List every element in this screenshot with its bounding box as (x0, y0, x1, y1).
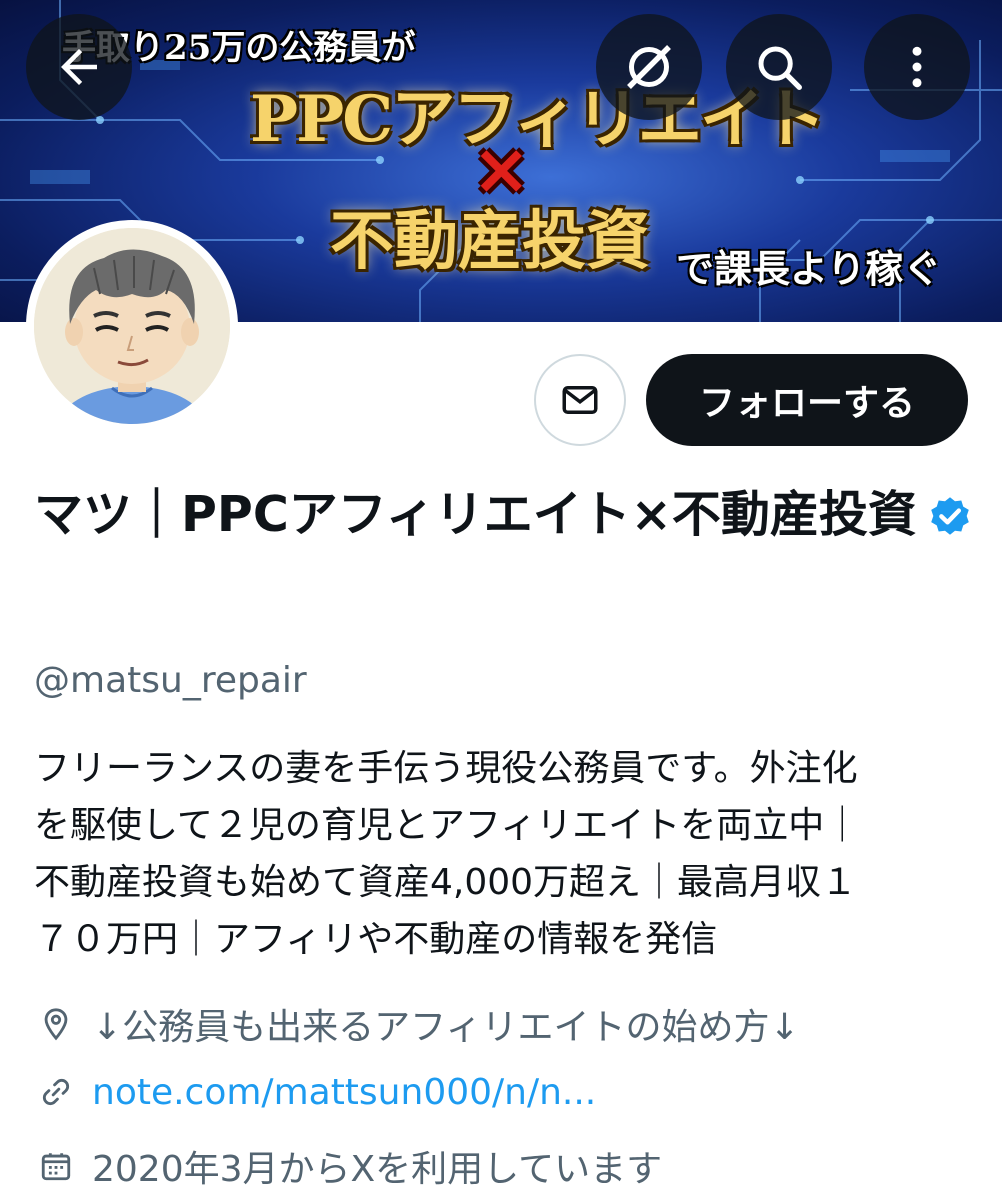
more-vertical-icon (912, 46, 922, 88)
banner-title-line2: 不動産投資 (330, 204, 650, 279)
user-handle: @matsu_repair (34, 660, 307, 701)
avatar[interactable] (26, 220, 238, 432)
verified-badge-icon[interactable] (927, 486, 973, 560)
avatar-image (34, 228, 230, 424)
follow-button[interactable]: フォローする (646, 354, 968, 446)
link-icon (34, 1070, 78, 1114)
arrow-left-icon (61, 49, 97, 85)
mail-icon (562, 386, 598, 414)
joined-row: 2020年3月からXを利用しています (34, 1140, 662, 1192)
avatar-illustration (34, 228, 230, 424)
back-button[interactable] (26, 14, 132, 120)
more-options-button[interactable] (864, 14, 970, 120)
grok-button[interactable] (596, 14, 702, 120)
location-pin-icon (34, 1002, 78, 1046)
location-row: ↓公務員も出来るアフィリエイトの始め方↓ (34, 998, 800, 1050)
display-name: マツ｜PPCアフィリエイト×不動産投資 (34, 478, 984, 560)
search-icon (758, 46, 802, 90)
location-text: ↓公務員も出来るアフィリエイトの始め方↓ (92, 1007, 800, 1048)
joined-text: 2020年3月からXを利用しています (92, 1149, 663, 1190)
message-button[interactable] (534, 354, 626, 446)
calendar-icon (34, 1144, 78, 1188)
search-button[interactable] (726, 14, 832, 120)
banner-tagline: で課長より稼ぐ (676, 246, 942, 291)
profile-page: 手取り25万の公務員が PPCアフィリエイト × 不動産投資 で課長より稼ぐ フ… (0, 0, 1002, 1200)
profile-bio: フリーランスの妻を手伝う現役公務員です。外注化 を駆使して２児の育児とアフィリエ… (34, 748, 861, 960)
grok-icon (627, 45, 671, 89)
website-link[interactable]: note.com/mattsun000/n/n... (92, 1072, 596, 1113)
verified-badge-svg (931, 497, 969, 535)
display-name-text: マツ｜PPCアフィリエイト×不動産投資 (34, 486, 917, 543)
website-row: note.com/mattsun000/n/n... (34, 1070, 596, 1114)
